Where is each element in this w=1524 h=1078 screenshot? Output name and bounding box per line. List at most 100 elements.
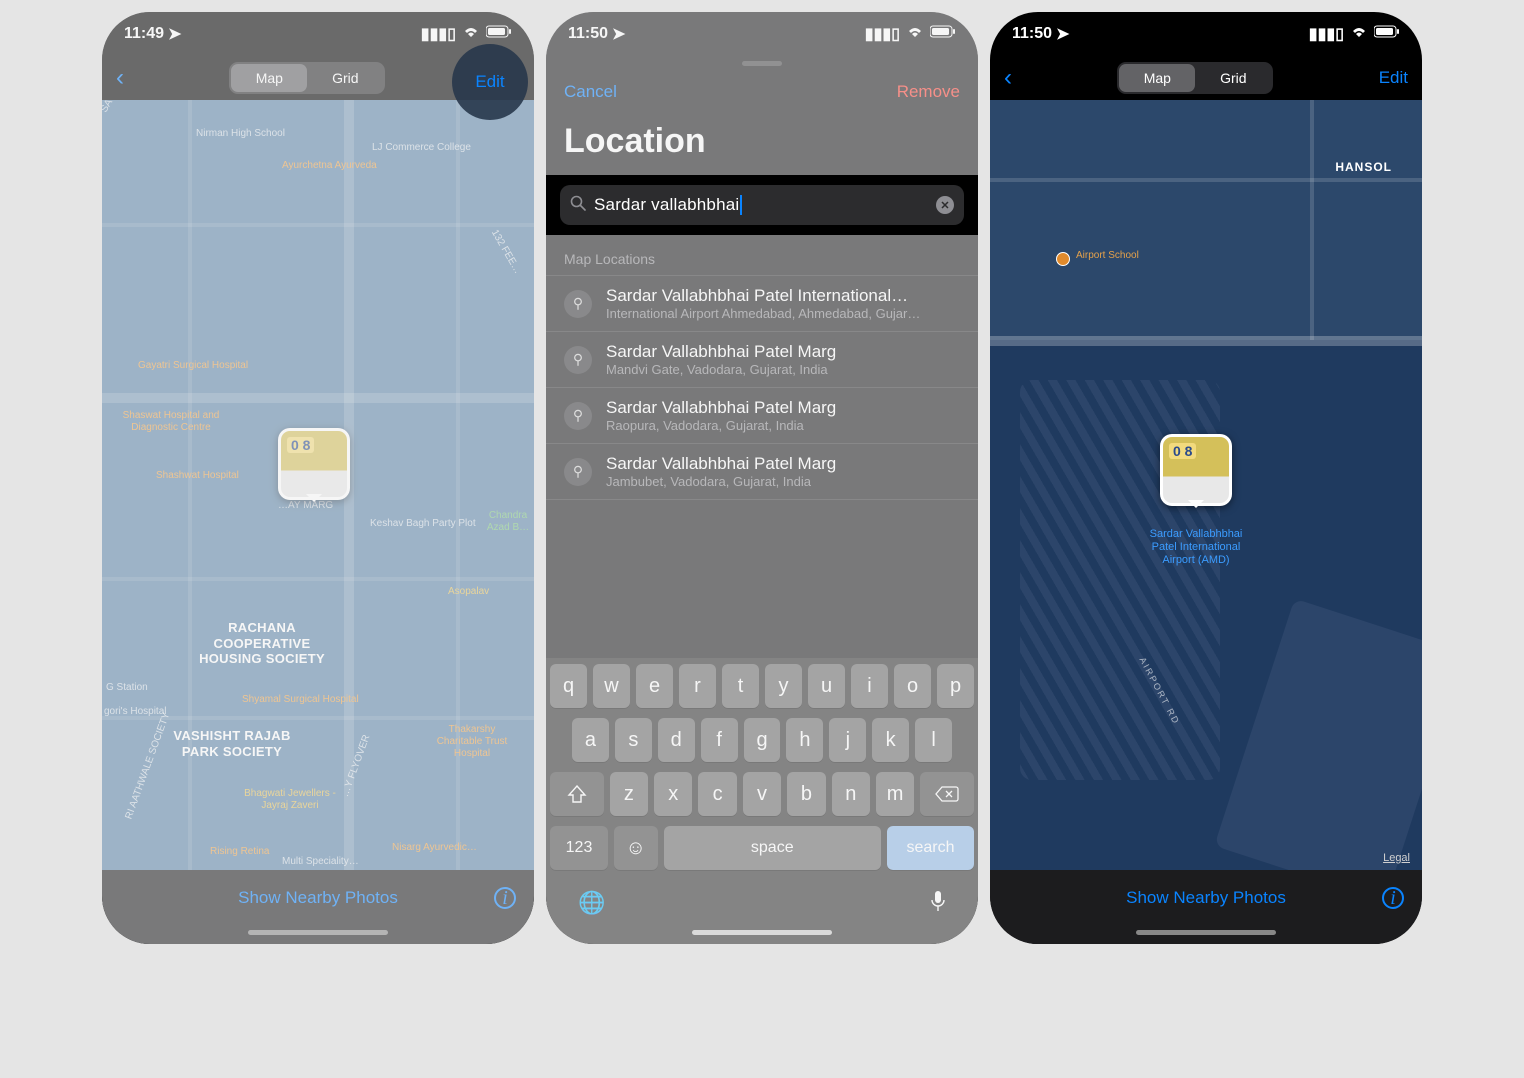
key-q[interactable]: q	[550, 664, 587, 708]
poi-label: LJ Commerce College	[372, 142, 471, 154]
key-s[interactable]: s	[615, 718, 652, 762]
result-subtitle: Raopura, Vadodara, Gujarat, India	[606, 418, 960, 433]
key-h[interactable]: h	[786, 718, 823, 762]
location-result-row[interactable]: ⚲ Sardar Vallabhbhai Patel Marg Raopura,…	[546, 387, 978, 443]
key-space[interactable]: space	[664, 826, 882, 870]
key-p[interactable]: p	[937, 664, 974, 708]
key-f[interactable]: f	[701, 718, 738, 762]
info-icon[interactable]: i	[1382, 887, 1404, 909]
show-nearby-button[interactable]: Show Nearby Photos	[1126, 888, 1286, 908]
result-title: Sardar Vallabhbhai Patel Marg	[606, 454, 960, 474]
tab-map[interactable]: Map	[1119, 64, 1195, 92]
map-view[interactable]: HANSOL Airport School AIRPORT RD 0 8 Sar…	[990, 100, 1422, 870]
view-segmented-control[interactable]: Map Grid	[229, 62, 385, 94]
location-result-row[interactable]: ⚲ Sardar Vallabhbhai Patel Marg Jambubet…	[546, 443, 978, 500]
status-time: 11:50	[1012, 25, 1052, 43]
tab-map[interactable]: Map	[231, 64, 307, 92]
key-g[interactable]: g	[744, 718, 781, 762]
pin-location-label: Sardar Vallabhbhai Patel International A…	[1140, 528, 1252, 568]
key-k[interactable]: k	[872, 718, 909, 762]
view-segmented-control[interactable]: Map Grid	[1117, 62, 1273, 94]
key-t[interactable]: t	[722, 664, 759, 708]
key-w[interactable]: w	[593, 664, 630, 708]
photo-pin[interactable]: 0 8	[1160, 434, 1232, 506]
key-delete[interactable]	[920, 772, 974, 816]
result-subtitle: International Airport Ahmedabad, Ahmedab…	[606, 306, 960, 321]
footer-bar: Show Nearby Photos i	[102, 870, 534, 926]
key-n[interactable]: n	[832, 772, 870, 816]
key-b[interactable]: b	[787, 772, 825, 816]
road-label: 132 FEE…	[488, 228, 523, 276]
remove-button[interactable]: Remove	[897, 82, 960, 102]
poi-label: Multi Speciality…	[282, 856, 359, 868]
key-emoji[interactable]: ☺	[614, 826, 658, 870]
key-y[interactable]: y	[765, 664, 802, 708]
footer-bar: Show Nearby Photos i	[990, 870, 1422, 926]
poi-label: Rising Retina	[210, 846, 269, 858]
status-time: 11:50	[568, 25, 608, 43]
key-v[interactable]: v	[743, 772, 781, 816]
key-j[interactable]: j	[829, 718, 866, 762]
home-indicator	[102, 926, 534, 944]
poi-label: G Station	[106, 682, 148, 694]
poi-label: Shaswat Hospital and Diagnostic Centre	[116, 410, 226, 434]
poi-label: Asopalav	[448, 586, 489, 598]
key-a[interactable]: a	[572, 718, 609, 762]
photo-pin[interactable]: 0 8	[278, 428, 350, 500]
tab-grid[interactable]: Grid	[1195, 64, 1271, 92]
key-o[interactable]: o	[894, 664, 931, 708]
clear-search-icon[interactable]: ✕	[936, 196, 954, 214]
cellular-icon: ▮▮▮▯	[421, 24, 456, 44]
show-nearby-button[interactable]: Show Nearby Photos	[238, 888, 398, 908]
poi-label: Shashwat Hospital	[156, 470, 239, 482]
key-numbers[interactable]: 123	[550, 826, 608, 870]
legal-link[interactable]: Legal	[1383, 852, 1410, 864]
list-section-header: Map Locations	[546, 235, 978, 275]
edit-label: Edit	[475, 72, 504, 92]
area-label: RACHANA COOPERATIVE HOUSING SOCIETY	[192, 620, 332, 667]
edit-button-highlight[interactable]: Edit	[452, 44, 528, 120]
cellular-icon: ▮▮▮▯	[1309, 24, 1344, 44]
search-icon	[570, 195, 586, 216]
key-shift[interactable]	[550, 772, 604, 816]
location-arrow-icon: ➤	[168, 24, 181, 44]
result-title: Sardar Vallabhbhai Patel Marg	[606, 342, 960, 362]
key-search[interactable]: search	[887, 826, 974, 870]
key-x[interactable]: x	[654, 772, 692, 816]
poi-label: Keshav Bagh Party Plot	[370, 518, 476, 530]
key-z[interactable]: z	[610, 772, 648, 816]
key-m[interactable]: m	[876, 772, 914, 816]
status-bar: 11:50➤ ▮▮▮▯	[990, 12, 1422, 56]
home-indicator	[990, 926, 1422, 944]
battery-icon	[930, 25, 956, 43]
key-d[interactable]: d	[658, 718, 695, 762]
map-pin-icon: ⚲	[564, 290, 592, 318]
key-r[interactable]: r	[679, 664, 716, 708]
key-l[interactable]: l	[915, 718, 952, 762]
tab-grid[interactable]: Grid	[307, 64, 383, 92]
edit-button[interactable]: Edit	[1379, 68, 1408, 88]
map-view[interactable]: Nirman High School Ayurchetna Ayurveda L…	[102, 100, 534, 870]
location-result-row[interactable]: ⚲ Sardar Vallabhbhai Patel Marg Mandvi G…	[546, 331, 978, 387]
nav-bar: ‹ Map Grid Edit	[990, 56, 1422, 100]
key-u[interactable]: u	[808, 664, 845, 708]
back-chevron-icon[interactable]: ‹	[116, 64, 124, 92]
location-result-row[interactable]: ⚲ Sardar Vallabhbhai Patel International…	[546, 275, 978, 331]
cancel-button[interactable]: Cancel	[564, 82, 617, 102]
poi-dot	[1056, 252, 1070, 266]
poi-label: Chandra Azad B…	[482, 510, 534, 534]
info-icon[interactable]: i	[494, 887, 516, 909]
globe-icon[interactable]: 🌐	[578, 890, 605, 918]
key-i[interactable]: i	[851, 664, 888, 708]
key-c[interactable]: c	[698, 772, 736, 816]
location-search-field[interactable]: Sardar vallabhbhai ✕	[560, 185, 964, 225]
sheet-grabber[interactable]	[546, 56, 978, 70]
location-results-list: ⚲ Sardar Vallabhbhai Patel International…	[546, 275, 978, 500]
keyboard[interactable]: q w e r t y u i o p a s d f g h j k l z …	[546, 658, 978, 926]
map-pin-icon: ⚲	[564, 458, 592, 486]
key-e[interactable]: e	[636, 664, 673, 708]
mic-icon[interactable]	[930, 890, 946, 918]
back-chevron-icon[interactable]: ‹	[1004, 64, 1012, 92]
phone-screen-3: 11:50➤ ▮▮▮▯ ‹ Map Grid Edit HANSOL Airpo…	[990, 12, 1422, 944]
area-label: VASHISHT RAJAB PARK SOCIETY	[172, 728, 292, 759]
